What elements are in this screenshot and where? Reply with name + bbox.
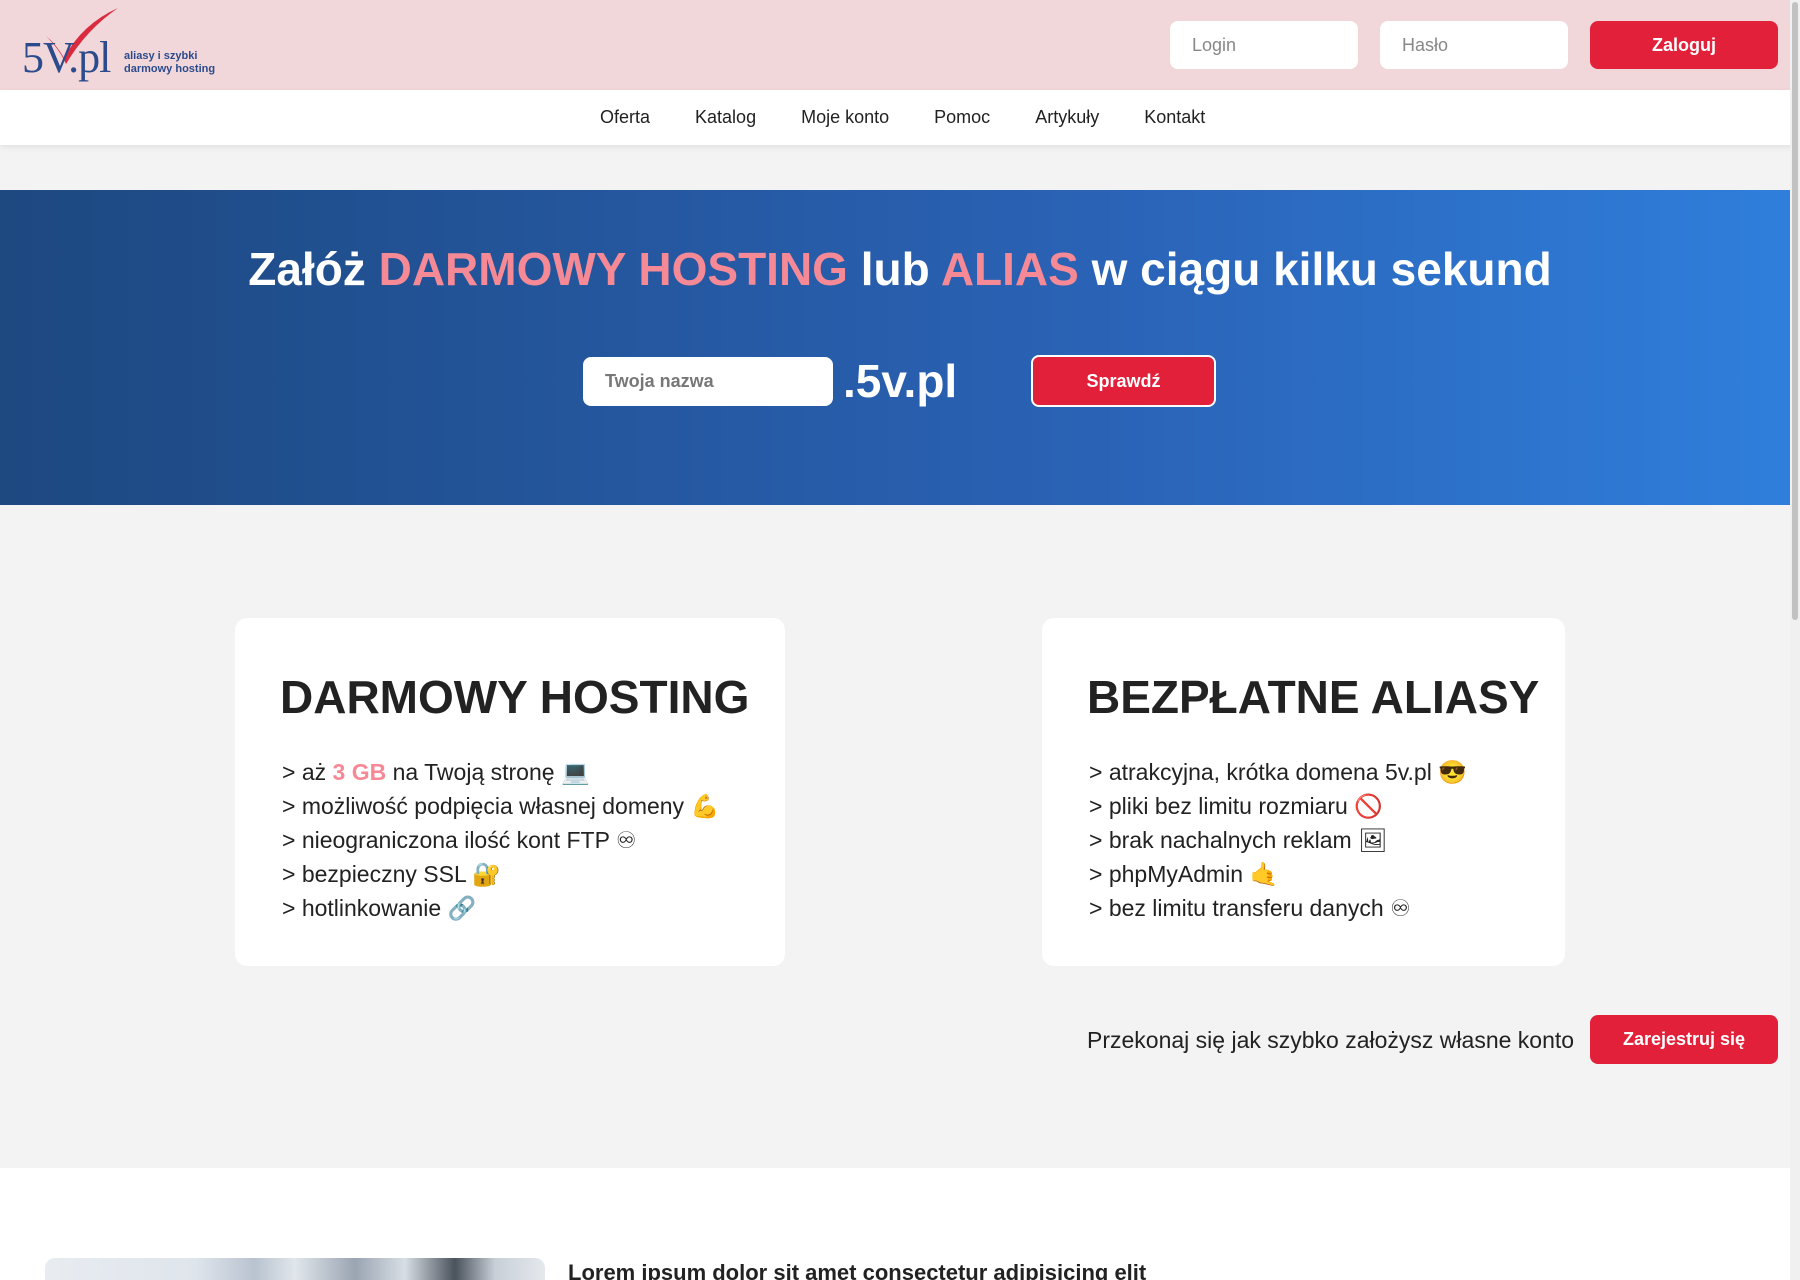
list-item: > bez limitu transferu danych ♾ [1089, 895, 1411, 921]
nav-item-oferta[interactable]: Oferta [600, 107, 650, 128]
list-item: > phpMyAdmin 🤙 [1089, 861, 1279, 887]
list-item: > aż 3 GB na Twoją stronę 💻 [282, 755, 719, 789]
list-item: > nieograniczona ilość kont FTP ♾ [282, 827, 637, 853]
alias-card: BEZPŁATNE ALIASY > atrakcyjna, krótka do… [1042, 618, 1565, 966]
feature-prefix: > aż [282, 759, 333, 785]
alias-feature-list: > atrakcyjna, krótka domena 5v.pl 😎 > pl… [1089, 755, 1467, 925]
subdomain-name-input[interactable] [583, 357, 833, 406]
site-logo[interactable]: 5V.pl aliasy i szybki darmowy hosting [22, 6, 222, 86]
feature-suffix: na Twoją stronę 💻 [386, 759, 590, 785]
list-item: > hotlinkowanie 🔗 [282, 895, 477, 921]
logo-tagline: aliasy i szybki darmowy hosting [124, 50, 215, 76]
hosting-card: DARMOWY HOSTING > aż 3 GB na Twoją stron… [235, 618, 785, 966]
password-input[interactable] [1380, 21, 1568, 69]
hero-title-part-3: w ciągu kilku sekund [1078, 243, 1552, 295]
hosting-card-title: DARMOWY HOSTING [280, 671, 750, 723]
domain-suffix: .5v.pl [843, 355, 958, 407]
alias-card-title: BEZPŁATNE ALIASY [1087, 671, 1540, 723]
list-item: > brak nachalnych reklam 🖼 [1089, 827, 1388, 853]
list-item: > możliwość podpięcia własnej domeny 💪 [282, 793, 720, 819]
login-input[interactable] [1170, 21, 1358, 69]
article-image [45, 1258, 545, 1280]
nav-item-kontakt[interactable]: Kontakt [1144, 107, 1205, 128]
nav-item-pomoc[interactable]: Pomoc [934, 107, 990, 128]
hosting-feature-list: > aż 3 GB na Twoją stronę 💻 > możliwość … [282, 755, 719, 925]
top-bar: 5V.pl aliasy i szybki darmowy hosting Za… [0, 0, 1800, 90]
hero-title-highlight-alias: ALIAS [940, 243, 1079, 295]
main-navigation: Oferta Katalog Moje konto Pomoc Artykuły… [0, 90, 1800, 145]
login-button[interactable]: Zaloguj [1590, 21, 1778, 69]
logo-tagline-line-2: darmowy hosting [124, 63, 216, 75]
logo-text: 5V.pl [22, 33, 111, 82]
hero-title-part-1: Załóż [248, 243, 379, 295]
page-scrollbar[interactable] [1790, 0, 1800, 1280]
nav-item-moje-konto[interactable]: Moje konto [801, 107, 889, 128]
article-heading[interactable]: Lorem ipsum dolor sit amet consectetur a… [568, 1260, 1146, 1280]
hero-title-part-2: lub [847, 243, 941, 295]
check-availability-button[interactable]: Sprawdź [1031, 355, 1216, 407]
list-item: > atrakcyjna, krótka domena 5v.pl 😎 [1089, 759, 1467, 785]
scrollbar-thumb[interactable] [1792, 2, 1798, 620]
logo-tagline-line-1: aliasy i szybki [124, 50, 198, 62]
hero-section: Załóż DARMOWY HOSTING lub ALIAS w ciągu … [0, 190, 1800, 505]
hero-title-highlight-hosting: DARMOWY HOSTING [378, 243, 848, 295]
register-prompt-text: Przekonaj się jak szybko założysz własne… [1087, 1027, 1575, 1053]
register-button[interactable]: Zarejestruj się [1590, 1015, 1778, 1064]
nav-item-artykuly[interactable]: Artykuły [1035, 107, 1099, 128]
feature-highlight: 3 GB [332, 759, 387, 785]
list-item: > bezpieczny SSL 🔐 [282, 861, 501, 887]
list-item: > pliki bez limitu rozmiaru 🚫 [1089, 793, 1383, 819]
nav-item-katalog[interactable]: Katalog [695, 107, 756, 128]
hero-title: Załóż DARMOWY HOSTING lub ALIAS w ciągu … [0, 242, 1800, 296]
article-section: Lorem ipsum dolor sit amet consectetur a… [0, 1168, 1800, 1280]
nav-links: Oferta Katalog Moje konto Pomoc Artykuły… [600, 90, 1250, 145]
